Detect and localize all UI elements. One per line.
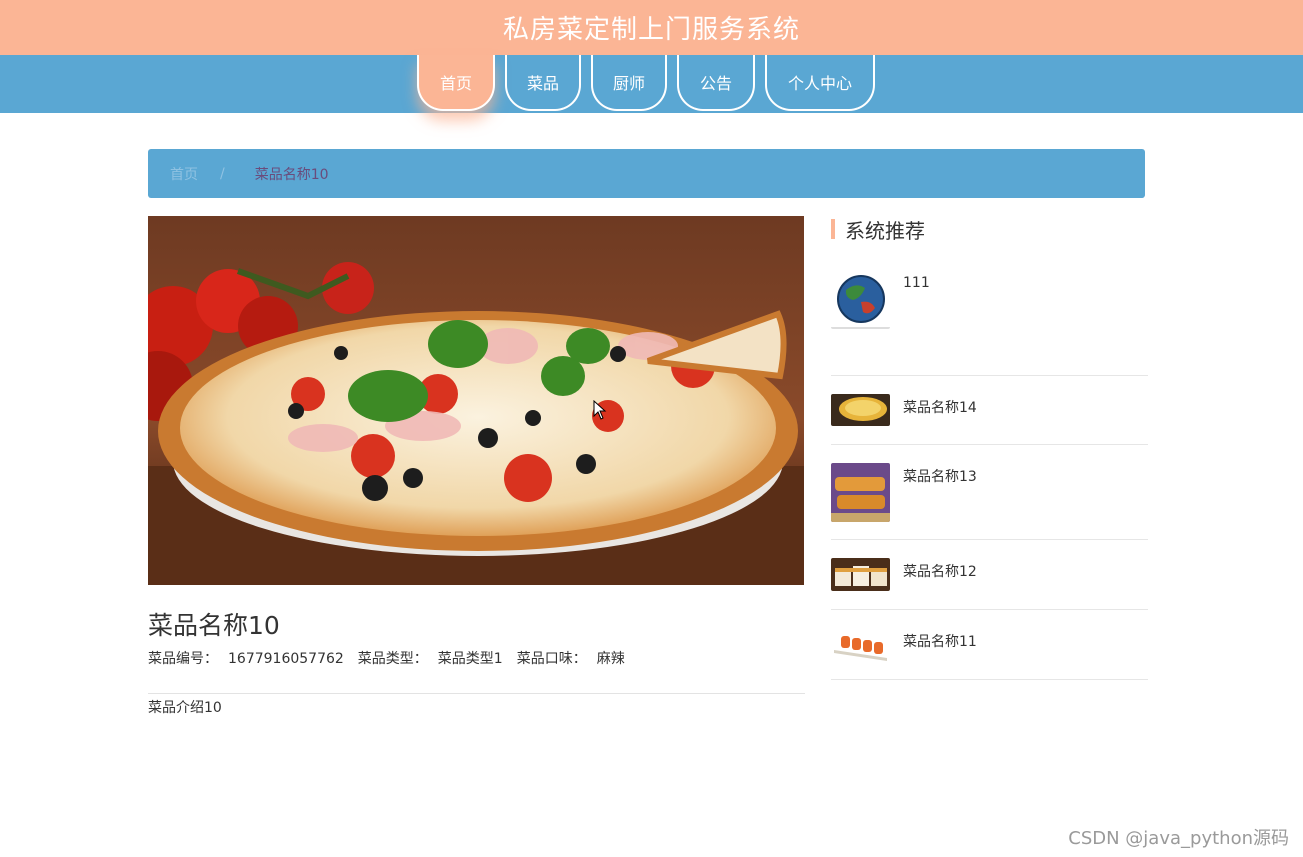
breadcrumb-home-link[interactable]: 首页 bbox=[170, 164, 198, 184]
nav-item-dishes[interactable]: 菜品 bbox=[505, 55, 581, 111]
nav-item-label: 个人中心 bbox=[787, 74, 852, 93]
recommend-item-label: 菜品名称11 bbox=[903, 634, 977, 650]
pastry-icon bbox=[831, 463, 890, 522]
recommend-item-label: 菜品名称13 bbox=[903, 469, 977, 485]
nav-item-label: 公告 bbox=[699, 74, 732, 93]
recommend-item-label: 菜品名称12 bbox=[903, 564, 977, 580]
sidebar-title-text: 系统推荐 bbox=[845, 218, 925, 243]
dish-type-label: 菜品类型： bbox=[357, 651, 428, 667]
nav-item-profile[interactable]: 个人中心 bbox=[765, 55, 875, 111]
dish-taste-label: 菜品口味： bbox=[516, 651, 587, 667]
recommend-item-label: 111 bbox=[903, 275, 930, 291]
dish-meta: 菜品编号： 1677916057762 菜品类型： 菜品类型1 菜品口味： 麻辣 bbox=[148, 648, 625, 668]
nav-item-notices[interactable]: 公告 bbox=[677, 55, 755, 111]
site-header: 私房菜定制上门服务系统 bbox=[0, 0, 1303, 55]
dish-taste-value: 麻辣 bbox=[596, 651, 625, 667]
content-divider bbox=[148, 693, 805, 694]
recommend-item[interactable]: 菜品名称11 bbox=[831, 610, 1148, 680]
breadcrumb-separator: / bbox=[220, 165, 225, 182]
nav-item-label: 首页 bbox=[439, 74, 472, 93]
nav-list: 首页 菜品 厨师 公告 个人中心 bbox=[417, 55, 875, 113]
dish-number-value: 1677916057762 bbox=[228, 651, 344, 667]
recommend-item[interactable]: 菜品名称13 bbox=[831, 445, 1148, 540]
breadcrumb-current: 菜品名称10 bbox=[254, 166, 329, 183]
nav-item-label: 菜品 bbox=[526, 74, 559, 93]
mouse-cursor-icon bbox=[593, 399, 607, 424]
main-nav: 首页 菜品 厨师 公告 个人中心 bbox=[0, 55, 1303, 113]
recommend-list: 111 菜品名称14 菜品名称13 菜品名称12 菜品名称11 bbox=[831, 267, 1148, 680]
dish-main-image bbox=[148, 216, 804, 585]
site-title: 私房菜定制上门服务系统 bbox=[502, 15, 800, 45]
cake-slices-icon bbox=[831, 558, 890, 591]
dish-taste: 菜品口味： 麻辣 bbox=[517, 648, 625, 668]
pizza-photo-icon bbox=[148, 216, 804, 585]
dish-intro: 菜品介绍10 bbox=[148, 700, 222, 716]
dish-title: 菜品名称10 bbox=[148, 611, 280, 640]
egg-tart-icon bbox=[831, 394, 890, 426]
globe-icon bbox=[831, 270, 890, 329]
nav-item-chefs[interactable]: 厨师 bbox=[591, 55, 667, 111]
sushi-rolls-icon bbox=[831, 628, 890, 662]
watermark: CSDN @java_python源码 bbox=[1068, 828, 1289, 849]
dish-type: 菜品类型： 菜品类型1 bbox=[358, 648, 503, 668]
sidebar-title: 系统推荐 bbox=[831, 214, 1148, 244]
nav-item-home[interactable]: 首页 bbox=[417, 55, 495, 111]
recommend-item-label: 菜品名称14 bbox=[903, 400, 977, 416]
recommend-item[interactable]: 菜品名称14 bbox=[831, 376, 1148, 445]
dish-type-value: 菜品类型1 bbox=[437, 651, 503, 667]
dish-number-label: 菜品编号： bbox=[148, 651, 218, 667]
nav-item-label: 厨师 bbox=[612, 74, 645, 93]
recommend-item[interactable]: 111 bbox=[831, 267, 1148, 376]
dish-number: 菜品编号： 1677916057762 bbox=[148, 648, 344, 668]
title-accent-bar bbox=[831, 219, 835, 239]
recommend-item[interactable]: 菜品名称12 bbox=[831, 540, 1148, 610]
recommend-sidebar: 系统推荐 111 菜品名称14 菜品名称13 菜品名称12 菜品名称11 bbox=[831, 214, 1148, 680]
breadcrumb: 首页 / 菜品名称10 bbox=[148, 149, 1145, 198]
